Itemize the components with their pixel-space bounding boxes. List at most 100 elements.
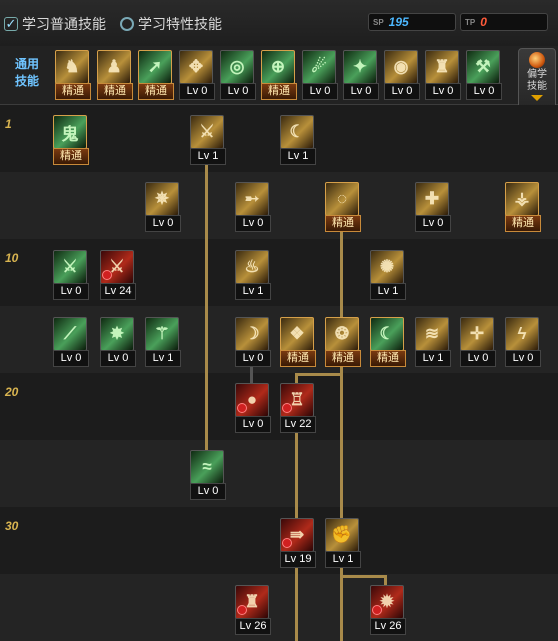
skill-slot[interactable]: ☾ Lv 1 [280, 115, 316, 165]
tab-learn-special-label: 学习特性技能 [138, 16, 222, 32]
skill-slot[interactable]: ✦ Lv 0 [343, 50, 379, 100]
shield-cross-icon-glyph: ✚ [424, 189, 440, 208]
skill-slot[interactable]: ♜ Lv 0 [425, 50, 461, 100]
skill-slot[interactable]: ⚒ Lv 0 [466, 50, 502, 100]
skill-slot[interactable]: ✵ Lv 0 [145, 182, 181, 232]
muscle-icon: ♜ [425, 50, 459, 84]
skill-tree: 1 10 20 30 鬼精通 ⚔ Lv 1 ☾ Lv 1 ✵ Lv 0 ➸ Lv 0 ◌ 精通 ✚ Lv… [0, 105, 558, 641]
skill-slot[interactable]: ☾ 精通 [370, 317, 406, 367]
sword-green-icon: ⟋ [53, 317, 87, 351]
tree-connector [340, 575, 386, 578]
skill-slot[interactable]: 鬼精通 [53, 115, 89, 165]
crouch-icon-glyph: ♟ [106, 57, 122, 76]
skill-level-label: Lv 0 [425, 83, 461, 100]
skill-slot[interactable]: ♞ 精通 [55, 50, 91, 100]
skill-slot[interactable]: ☽ Lv 0 [235, 317, 271, 367]
skill-slot[interactable]: ≋ Lv 1 [415, 317, 451, 367]
preferred-skills-button[interactable]: 偏学 技能 [518, 48, 556, 110]
kick-icon-glyph: ✦ [352, 57, 368, 76]
tree-connector [295, 373, 341, 376]
skill-level-label: Lv 0 [415, 215, 451, 232]
skill-slot[interactable]: ⚔ Lv 24 [100, 250, 136, 300]
lightning-icon-glyph: ϟ [517, 324, 527, 343]
tab-learn-normal-skills[interactable]: ✓ 学习普通技能 [4, 14, 106, 34]
skill-slot[interactable]: ✹ Lv 26 [370, 585, 406, 635]
skill-level-label: Lv 0 [179, 83, 215, 100]
arrow-thrust-icon-glyph: ➸ [244, 189, 260, 208]
throw-icon-glyph: ☄ [311, 57, 327, 76]
skill-slot[interactable]: ● Lv 0 [235, 383, 271, 433]
fist-icon: ✊ [325, 518, 359, 552]
skill-slot[interactable]: ✛ Lv 0 [460, 317, 496, 367]
skill-slot[interactable]: ☄ Lv 0 [302, 50, 338, 100]
skill-slot[interactable]: ✸ Lv 0 [100, 317, 136, 367]
skill-level-label: Lv 1 [280, 148, 316, 165]
skill-slot[interactable]: ≈ Lv 0 [190, 450, 226, 500]
skill-slot[interactable]: ♨ Lv 1 [235, 250, 271, 300]
skill-level-label: Lv 0 [145, 215, 181, 232]
blade-green-icon-glyph: ⚔ [62, 257, 78, 276]
skill-slot[interactable]: ◉ Lv 0 [384, 50, 420, 100]
skill-level-label: Lv 19 [280, 551, 316, 568]
skill-slot[interactable]: ✚ Lv 0 [415, 182, 451, 232]
cross-flash-icon-glyph: ✛ [469, 324, 485, 343]
throw-icon: ☄ [302, 50, 336, 84]
triple-blade-icon-glyph: ⚶ [514, 189, 530, 208]
kick-icon: ✦ [343, 50, 377, 84]
alert-dot-icon [237, 403, 247, 413]
skill-slot[interactable]: ❖ 精通 [280, 317, 316, 367]
skill-level-label: Lv 1 [370, 283, 406, 300]
skill-slot[interactable]: ✥ Lv 0 [179, 50, 215, 100]
dual-blade-icon-glyph: ⚚ [154, 324, 170, 343]
skill-slot[interactable]: ⇛ Lv 19 [280, 518, 316, 568]
skill-slot[interactable]: ⚔ Lv 1 [190, 115, 226, 165]
skill-level-label: 精通 [55, 83, 91, 100]
crosshair-icon-glyph: ⊕ [270, 57, 286, 76]
wind-slash-icon: ≋ [415, 317, 449, 351]
skill-level-label: Lv 0 [384, 83, 420, 100]
wing-burst-icon-glyph: ✵ [154, 189, 170, 208]
skill-level-label: Lv 0 [53, 283, 89, 300]
skill-slot[interactable]: ✺ Lv 1 [370, 250, 406, 300]
wing-icon-glyph: ✥ [188, 57, 204, 76]
skill-slot[interactable]: ◌ 精通 [325, 182, 361, 232]
skill-slot[interactable]: ♜ Lv 26 [235, 585, 271, 635]
skill-slot[interactable]: ⊕ 精通 [261, 50, 297, 100]
tp-counter: TP 0 [460, 13, 548, 31]
skill-slot[interactable]: ✊ Lv 1 [325, 518, 361, 568]
skill-slot[interactable]: ⚚ Lv 1 [145, 317, 181, 367]
cross-flash-icon: ✛ [460, 317, 494, 351]
skill-level-label: 精通 [138, 83, 174, 100]
tab-learn-normal-label: 学习普通技能 [22, 16, 106, 32]
skill-slot[interactable]: ◎ Lv 0 [220, 50, 256, 100]
slash-icon-glyph: ⚔ [199, 122, 215, 141]
tree-connector [340, 230, 343, 641]
wave-icon-glyph: ≈ [202, 457, 212, 476]
vortex-icon: ✺ [370, 250, 404, 284]
skill-slot[interactable]: ❂ 精通 [325, 317, 361, 367]
skill-slot[interactable]: ♖ Lv 22 [280, 383, 316, 433]
skill-slot[interactable]: ϟ Lv 0 [505, 317, 541, 367]
sprint-icon-glyph: ➚ [147, 57, 163, 76]
tab-learn-special-skills[interactable]: 学习特性技能 [120, 14, 222, 34]
lightning-icon: ϟ [505, 317, 539, 351]
skill-slot[interactable]: ➚ 精通 [138, 50, 174, 100]
tp-value: 0 [480, 15, 487, 29]
skill-slot[interactable]: ⚔ Lv 0 [53, 250, 89, 300]
muscle-icon-glyph: ♜ [434, 57, 450, 76]
skill-level-label: Lv 0 [235, 215, 271, 232]
tier-band [0, 172, 558, 239]
sp-label: SP [373, 17, 384, 27]
skill-slot[interactable]: ♟ 精通 [97, 50, 133, 100]
skill-slot[interactable]: ⚶ 精通 [505, 182, 541, 232]
emblem-icon: ❖ [280, 317, 314, 351]
skill-slot[interactable]: ➸ Lv 0 [235, 182, 271, 232]
skill-slot[interactable]: ⟋ Lv 0 [53, 317, 89, 367]
swirl-icon-glyph: ◌ [336, 189, 348, 208]
triple-blade-icon: ⚶ [505, 182, 539, 216]
arrow-thrust-icon: ➸ [235, 182, 269, 216]
tier-level-label: 20 [5, 385, 19, 399]
sprint-icon: ➚ [138, 50, 172, 84]
skill-level-label: Lv 0 [505, 350, 541, 367]
preferred-skills-label-line1: 偏学 [527, 69, 547, 80]
